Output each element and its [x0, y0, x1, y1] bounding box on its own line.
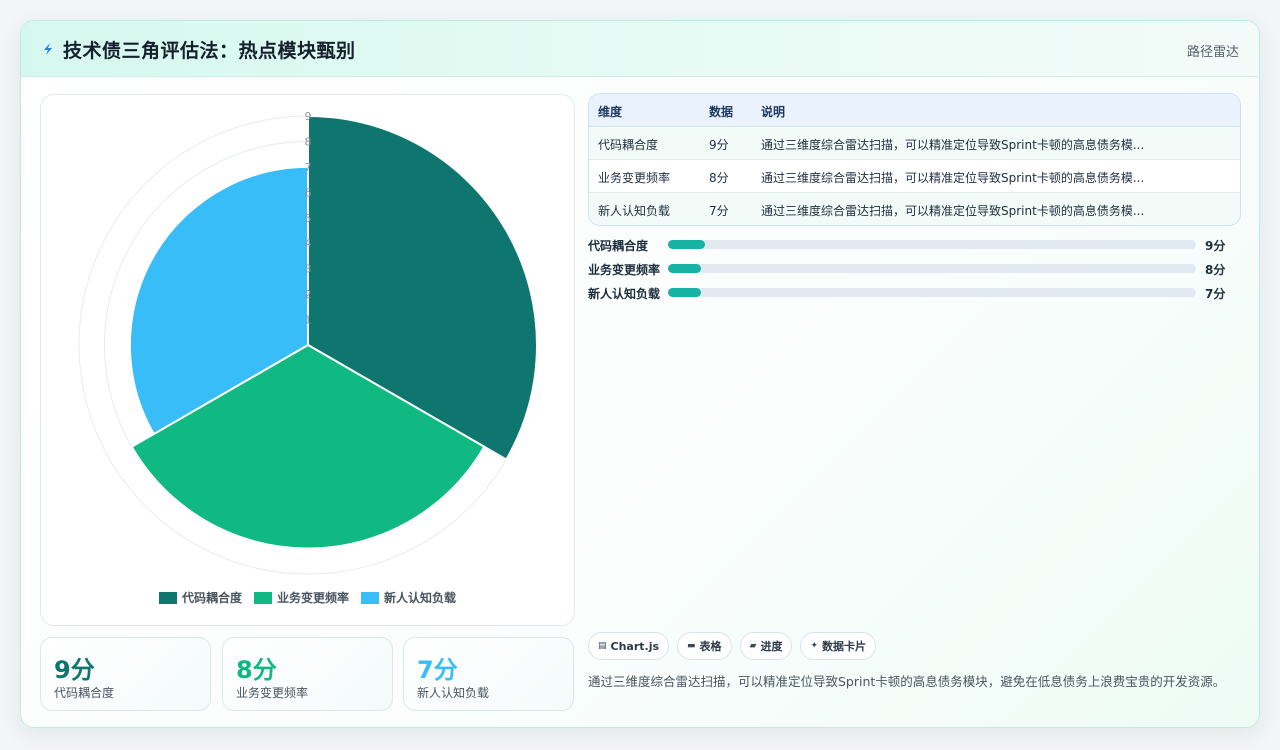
stat-label: 业务变更频率	[236, 686, 309, 700]
tag-progress[interactable]: ▰ 进度	[739, 632, 793, 660]
tag-label: Chart.js	[610, 639, 660, 653]
sparkle-icon: ✦	[810, 641, 819, 651]
table-row: 新人认知负载 7分 通过三维度综合雷达扫描，可以精准定位导致Sprint卡顿的高…	[589, 193, 1240, 225]
progress-row-cognitive-load: 新人认知负载 7分	[588, 285, 1228, 301]
page-title: 技术债三角评估法：热点模块甄别	[63, 40, 356, 62]
tag-table[interactable]: ▬ 表格	[677, 632, 732, 660]
legend-label: 新人认知负载	[384, 591, 457, 605]
progress-track	[668, 288, 1196, 297]
tag-list: ▤ Chart.js ▬ 表格 ▰ 进度 ✦ 数据卡片	[588, 632, 877, 660]
progress-label: 业务变更频率	[588, 263, 661, 277]
table-icon: ▬	[687, 641, 696, 651]
tag-chartjs[interactable]: ▤ Chart.js	[588, 632, 670, 660]
legend-swatch	[361, 591, 379, 604]
legend-swatch	[158, 591, 177, 604]
legend-item[interactable]: 新人认知负载	[361, 589, 456, 606]
progress-value: 9分	[1205, 239, 1226, 253]
table-row: 代码耦合度 9分 通过三维度综合雷达扫描，可以精准定位导致Sprint卡顿的高息…	[589, 127, 1240, 160]
legend-swatch	[253, 591, 272, 604]
table-cell: 新人认知负载	[598, 204, 671, 218]
column-header: 说明	[761, 105, 786, 119]
table-row: 业务变更频率 8分 通过三维度综合雷达扫描，可以精准定位导致Sprint卡顿的高…	[589, 160, 1240, 193]
path-radar-link[interactable]: 路径雷达	[1187, 41, 1239, 60]
column-header: 数据	[709, 105, 734, 119]
stat-card-cognitive-load: 7分 新人认知负载	[403, 637, 574, 711]
table-cell: 9分	[709, 138, 729, 152]
stat-value: 8分	[236, 656, 277, 684]
tick-label: 9	[305, 110, 312, 123]
legend-item[interactable]: 业务变更频率	[253, 589, 349, 606]
legend-label: 代码耦合度	[181, 591, 242, 605]
progress-row-change-rate: 业务变更频率 8分	[588, 261, 1228, 277]
progress-track	[668, 240, 1196, 249]
progress-value: 8分	[1205, 263, 1226, 277]
stat-card-change-rate: 8分 业务变更频率	[222, 637, 393, 711]
stat-card-coupling: 9分 代码耦合度	[40, 637, 211, 711]
progress-fill	[668, 288, 702, 297]
stat-label: 新人认知负载	[417, 686, 490, 700]
legend-item[interactable]: 代码耦合度	[158, 589, 242, 606]
data-table: 维度 数据 说明 代码耦合度 9分 通过三维度综合雷达扫描，可以精准定位导致Sp…	[588, 93, 1241, 226]
tag-label: 表格	[699, 640, 722, 653]
tick-label: 1	[305, 314, 312, 327]
stat-label: 代码耦合度	[54, 686, 115, 700]
table-cell: 7分	[709, 204, 729, 218]
description-text: 通过三维度综合雷达扫描，可以精准定位导致Sprint卡顿的高息债务模块，避免在低…	[588, 674, 1226, 689]
table-cell: 通过三维度综合雷达扫描，可以精准定位导致Sprint卡顿的高息债务模...	[761, 204, 1145, 218]
bolt-icon	[44, 43, 52, 55]
stat-value: 9分	[54, 656, 95, 684]
chart-legend: 代码耦合度 业务变更频率 新人认知负载	[41, 589, 574, 606]
tick-label: 8	[305, 135, 312, 148]
table-cell: 通过三维度综合雷达扫描，可以精准定位导致Sprint卡顿的高息债务模...	[761, 138, 1145, 152]
table-cell: 业务变更频率	[598, 171, 671, 185]
tag-label: 数据卡片	[822, 640, 867, 653]
tick-label: 4	[305, 237, 312, 250]
progress-fill	[668, 264, 702, 273]
progress-value: 7分	[1205, 287, 1226, 301]
progress-label: 新人认知负载	[588, 287, 661, 301]
stat-value: 7分	[417, 656, 458, 684]
progress-label: 代码耦合度	[588, 239, 649, 253]
main-card: 技术债三角评估法：热点模块甄别 路径雷达 123456789 代码耦合度 业务变更…	[20, 20, 1260, 728]
header-bar: 技术债三角评估法：热点模块甄别 路径雷达	[21, 21, 1259, 77]
progress-icon: ▰	[749, 641, 757, 651]
tick-label: 2	[305, 288, 312, 301]
table-cell: 8分	[709, 171, 729, 185]
table-cell: 代码耦合度	[598, 138, 659, 152]
table-header-row: 维度 数据 说明	[589, 94, 1240, 127]
tick-label: 3	[305, 263, 312, 276]
progress-row-coupling: 代码耦合度 9分	[588, 237, 1228, 253]
column-header: 维度	[598, 105, 623, 119]
chart-icon: ▤	[598, 641, 607, 651]
tag-data-card[interactable]: ✦ 数据卡片	[800, 632, 877, 660]
progress-track	[668, 264, 1196, 273]
progress-fill	[668, 240, 705, 249]
legend-label: 业务变更频率	[276, 591, 349, 605]
tick-label: 5	[305, 212, 312, 225]
tick-label: 6	[305, 186, 312, 199]
tag-label: 进度	[760, 640, 783, 653]
tick-label: 7	[305, 161, 312, 174]
polar-chart-panel: 1 2 3 4 5 6 7 8 9 代码耦合度 业务变更频率 新人认知负载	[40, 94, 575, 626]
table-cell: 通过三维度综合雷达扫描，可以精准定位导致Sprint卡顿的高息债务模...	[761, 171, 1145, 185]
polar-area-chart: 1 2 3 4 5 6 7 8 9	[78, 110, 538, 575]
